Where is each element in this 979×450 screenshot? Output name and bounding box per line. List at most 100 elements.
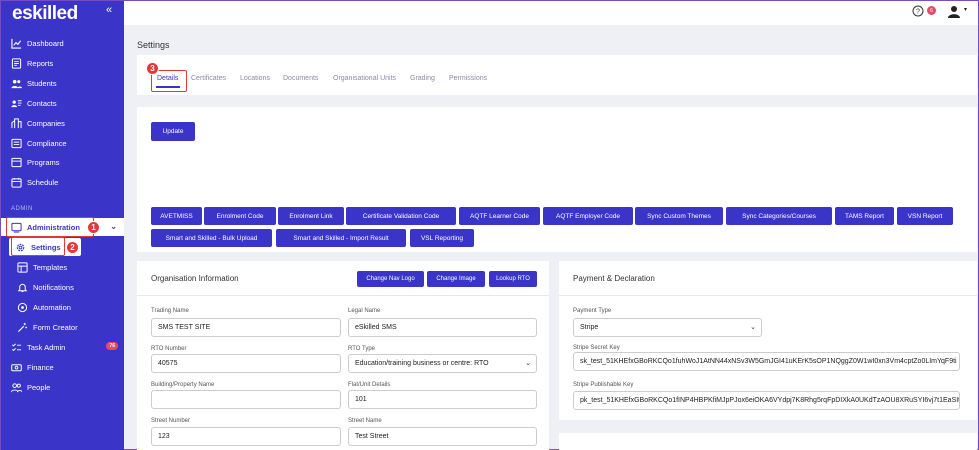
sidebar-item-label: Task Admin: [27, 342, 66, 352]
calendar-icon: [11, 177, 22, 188]
caret-down-icon[interactable]: ▾: [964, 6, 967, 13]
notification-count-badge[interactable]: 6: [927, 6, 936, 15]
payment-type-label: Payment Type: [573, 308, 612, 314]
sidebar-item-task-admin[interactable]: Task Admin 76: [1, 338, 124, 356]
task-count-badge: 76: [106, 342, 118, 350]
enrolment-link-button[interactable]: Enrolment Link: [278, 207, 344, 225]
next-card: [559, 433, 977, 450]
rto-number-field[interactable]: 40575: [151, 354, 341, 373]
sidebar-item-label: Compliance: [27, 138, 67, 148]
chevron-down-icon: ⌄: [750, 324, 756, 331]
aqtf-employer-code-button[interactable]: AQTF Employer Code: [543, 207, 633, 225]
payment-type-select[interactable]: Stripe ⌄: [573, 318, 762, 337]
tab-grading[interactable]: Grading: [410, 75, 435, 82]
tab-certificates[interactable]: Certificates: [191, 75, 226, 82]
sidebar-item-people[interactable]: People: [1, 378, 124, 396]
programs-icon: [11, 157, 22, 168]
annotation-marker-1: 1: [87, 221, 100, 234]
tab-organisational-units[interactable]: Organisational Units: [333, 75, 396, 82]
update-button[interactable]: Update: [151, 122, 195, 141]
sidebar-item-templates[interactable]: Templates: [1, 258, 124, 276]
rto-number-label: RTO Number: [151, 346, 187, 352]
sidebar-item-label: Students: [27, 78, 57, 88]
settings-actions-card: Update AVETMISS Enrolment Code Enrolment…: [137, 107, 977, 252]
sidebar-item-label: Finance: [27, 362, 54, 372]
sidebar-item-label: Reports: [27, 58, 54, 68]
building-name-field[interactable]: [151, 390, 341, 409]
chevron-down-icon: ⌄: [525, 360, 531, 367]
sidebar-item-finance[interactable]: Finance: [1, 358, 124, 376]
enrolment-code-button[interactable]: Enrolment Code: [204, 207, 276, 225]
sidebar-item-schedule[interactable]: Schedule: [1, 173, 124, 191]
stripe-secret-key-label: Stripe Secret Key: [573, 345, 620, 351]
settings-tabs: Details Certificates Locations Documents…: [137, 55, 977, 95]
trading-name-label: Trading Name: [151, 308, 189, 314]
tams-report-button[interactable]: TAMS Report: [835, 207, 894, 225]
flat-unit-field[interactable]: 101: [348, 390, 537, 409]
legal-name-field[interactable]: eSkilled SMS: [348, 318, 537, 337]
checklist-icon: [11, 138, 22, 149]
sidebar-item-dashboard[interactable]: Dashboard: [1, 34, 124, 52]
organisation-information-card: Organisation Information Change Nav Logo…: [137, 261, 549, 450]
bell-icon: [17, 282, 28, 293]
help-icon[interactable]: ?: [912, 5, 924, 19]
divider: [559, 295, 977, 296]
sync-categories-courses-button[interactable]: Sync Categories/Courses: [726, 207, 832, 225]
vsl-reporting-button[interactable]: VSL Reporting: [410, 229, 474, 247]
money-icon: [11, 362, 22, 373]
change-image-button[interactable]: Change Image: [427, 271, 485, 287]
tab-documents[interactable]: Documents: [283, 75, 318, 82]
certificate-validation-code-button[interactable]: Certificate Validation Code: [346, 207, 456, 225]
automation-icon: [17, 302, 28, 313]
street-number-field[interactable]: 123: [151, 427, 341, 446]
annotation-box-administration: [6, 217, 94, 237]
divider: [137, 295, 549, 296]
users-icon: [11, 78, 22, 89]
stripe-publishable-key-field[interactable]: pk_test_51KHEfxGBoRKCQo1fINP4HBPKfiMJpPJ…: [573, 391, 960, 410]
street-name-field[interactable]: Test Street: [348, 427, 537, 446]
building-icon: [11, 117, 22, 129]
aqtf-learner-code-button[interactable]: AQTF Learner Code: [459, 207, 540, 225]
sidebar-item-label: Companies: [27, 118, 65, 128]
card-title: Organisation Information: [151, 274, 239, 283]
sidebar-item-reports[interactable]: Reports: [1, 54, 124, 72]
sidebar-item-label: Schedule: [27, 177, 59, 187]
selected-value: Education/training business or centre: R…: [355, 360, 489, 367]
eskilled-logo[interactable]: eskilled: [12, 3, 78, 25]
card-title: Payment & Declaration: [573, 274, 655, 283]
sidebar-item-students[interactable]: Students: [1, 74, 124, 92]
trading-name-field[interactable]: SMS TEST SITE: [151, 318, 341, 337]
tab-permissions[interactable]: Permissions: [449, 75, 487, 82]
task-icon: [11, 342, 22, 353]
sidebar-item-compliance[interactable]: Compliance: [1, 134, 124, 152]
stripe-secret-key-field[interactable]: sk_test_51KHEfxGBoRKCQo1fuhWoJ1AtNN44xNS…: [573, 352, 960, 371]
contact-card-icon: [11, 98, 22, 109]
vsn-report-button[interactable]: VSN Report: [897, 207, 953, 225]
smart-skilled-import-result-button[interactable]: Smart and Skilled - Import Result: [276, 229, 406, 247]
top-bar: ? 6 ▾: [124, 1, 978, 25]
rto-type-select[interactable]: Education/training business or centre: R…: [348, 354, 537, 373]
sidebar-item-contacts[interactable]: Contacts: [1, 94, 124, 112]
double-chevron-left-icon[interactable]: «: [106, 4, 112, 16]
sidebar-item-programs[interactable]: Programs: [1, 153, 124, 171]
sidebar-item-automation[interactable]: Automation: [1, 298, 124, 316]
tab-locations[interactable]: Locations: [240, 75, 270, 82]
sidebar-item-companies[interactable]: Companies: [1, 114, 124, 132]
stripe-publishable-key-label: Stripe Publishable Key: [573, 382, 634, 388]
sync-custom-themes-button[interactable]: Sync Custom Themes: [635, 207, 723, 225]
rto-type-label: RTO Type: [348, 346, 376, 352]
sidebar-item-notifications[interactable]: Notifications: [1, 278, 124, 296]
chevron-down-icon: ⌄: [110, 222, 117, 231]
smart-skilled-bulk-upload-button[interactable]: Smart and Skilled - Bulk Upload: [151, 229, 272, 247]
people-icon: [11, 382, 22, 393]
payment-declaration-card: Payment & Declaration Payment Type Strip…: [559, 261, 977, 420]
lookup-rto-button[interactable]: Lookup RTO: [489, 271, 537, 287]
admin-section-label: ADMIN: [11, 206, 33, 212]
avetmiss-button[interactable]: AVETMISS: [151, 207, 202, 225]
street-name-label: Street Name: [348, 418, 382, 424]
sidebar-item-label: Notifications: [33, 282, 74, 292]
sidebar-item-form-creator[interactable]: Form Creator: [1, 318, 124, 336]
change-nav-logo-button[interactable]: Change Nav Logo: [357, 271, 424, 287]
user-avatar-icon[interactable]: [947, 5, 961, 20]
sidebar-item-label: Templates: [33, 262, 68, 272]
